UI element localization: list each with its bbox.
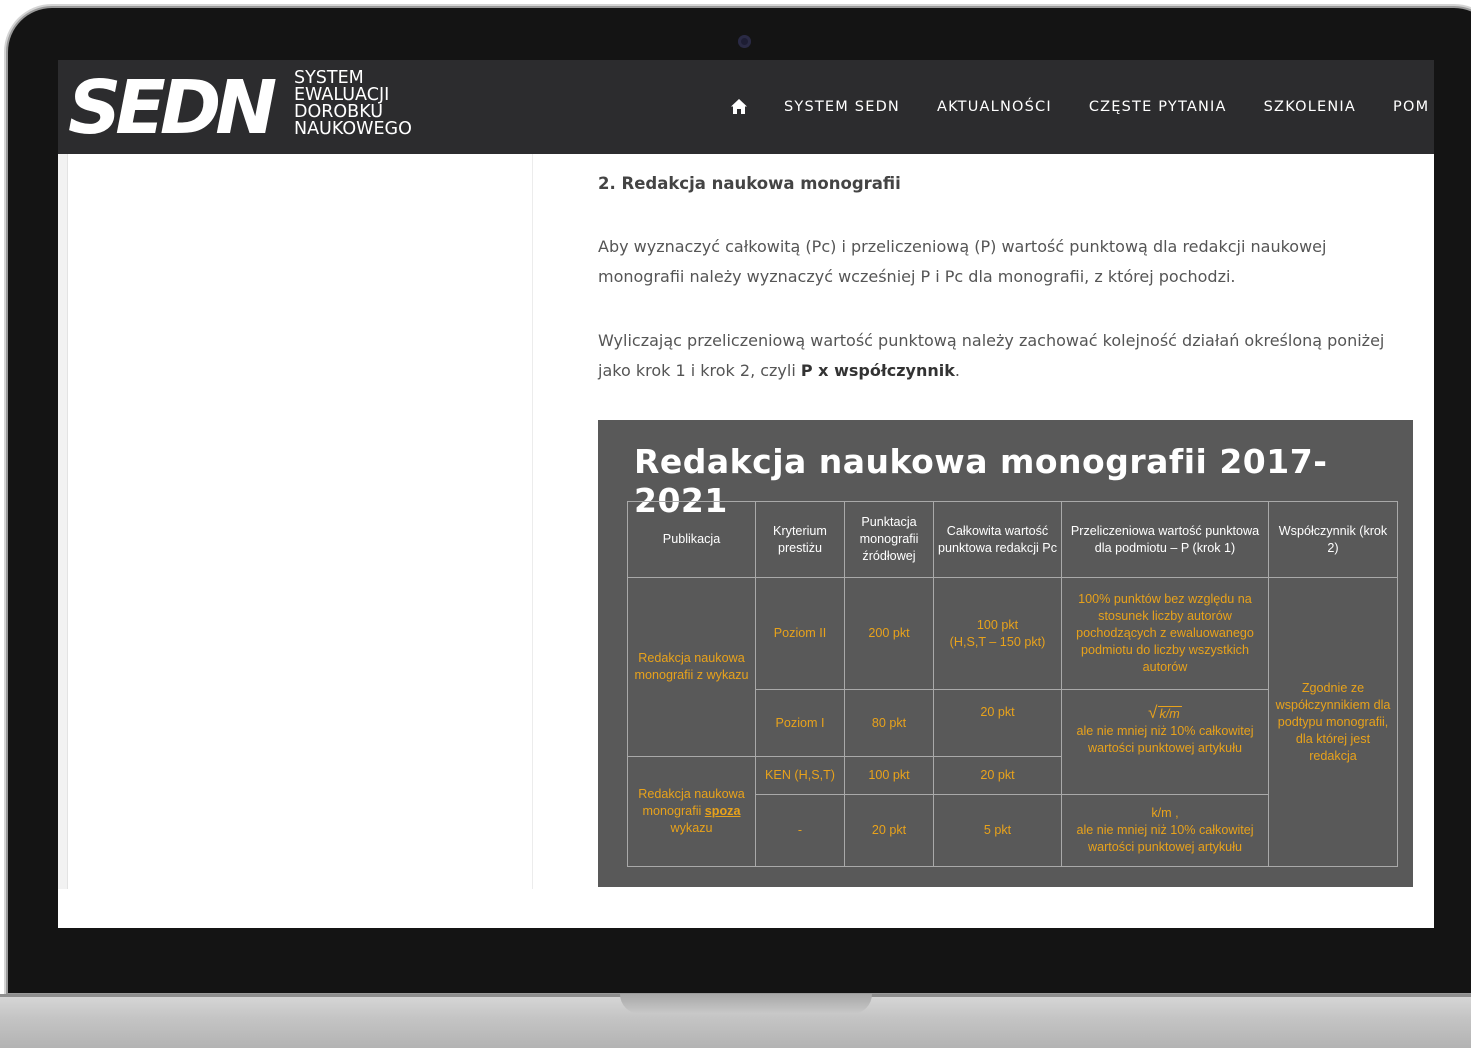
section-title: 2. Redakcja naukowa monografii <box>598 174 901 193</box>
source-points-cell: 80 pkt <box>844 689 934 757</box>
pc-note: (H,S,T – 150 pkt) <box>949 634 1046 649</box>
header-publikacja: Publikacja <box>627 501 756 578</box>
p-formula-note: ale nie mniej niż 10% całkowitej wartośc… <box>1076 724 1254 755</box>
paragraph-order-end: . <box>954 361 960 380</box>
home-icon[interactable] <box>730 98 748 116</box>
table-row: Redakcja naukowa monografii z wykazu Poz… <box>627 577 1398 867</box>
criterion-cell: KEN (H,S,T) <box>755 756 845 795</box>
paragraph-order: Wyliczając przeliczeniową wartość punkto… <box>598 326 1398 386</box>
pub-outside-suffix: wykazu <box>670 821 713 835</box>
nav-item-czeste-pytania[interactable]: CZĘSTE PYTANIA <box>1089 99 1227 115</box>
paragraph-order-text: Wyliczając przeliczeniową wartość punkto… <box>598 331 1385 380</box>
pc-value: 100 pkt <box>976 617 1019 632</box>
scoring-table: Publikacja Kryterium prestiżu Punktacja … <box>627 501 1398 867</box>
p-formula-note-2: ale nie mniej niż 10% całkowitej wartośc… <box>1076 823 1254 854</box>
criterion-cell: Poziom I <box>755 689 845 757</box>
logo-mark: SEDN <box>68 65 277 151</box>
source-points-cell: 100 pkt <box>844 756 934 795</box>
nav-item-pomoc[interactable]: POM <box>1393 99 1429 115</box>
header-wspolczynnik: Współczynnik (krok 2) <box>1268 501 1398 578</box>
pub-outside-underlined: spoza <box>704 804 741 818</box>
logo-line-4: NAUKOWEGO <box>294 119 412 139</box>
laptop-notch <box>620 994 872 1014</box>
sqrt-formula: √ k/m <box>1148 703 1182 722</box>
logo-wordmark: SYSTEM EWALUACJI DOROBKU NAUKOWEGO <box>294 69 412 139</box>
pc-cell: 5 pkt <box>933 794 1062 867</box>
coefficient-cell: Zgodnie ze współczynnikiem dla podtypu m… <box>1268 577 1398 867</box>
publication-in-list: Redakcja naukowa monografii z wykazu <box>627 577 756 757</box>
site-header: SEDN SYSTEM EWALUACJI DOROBKU NAUKOWEGO … <box>58 60 1434 154</box>
site-logo[interactable]: SEDN SYSTEM EWALUACJI DOROBKU NAUKOWEGO <box>68 68 418 148</box>
p-formula-2: k/m , <box>1151 806 1179 820</box>
p-cell: k/m , ale nie mniej niż 10% całkowitej wa… <box>1061 794 1269 867</box>
pc-cell: 100 pkt (H,S,T – 150 pkt) <box>933 577 1062 690</box>
header-punktacja: Punktacja monografii źródłowej <box>844 501 934 578</box>
nav-item-aktualnosci[interactable]: AKTUALNOŚCI <box>937 99 1052 115</box>
source-points-cell: 20 pkt <box>844 794 934 867</box>
left-sidebar-edge <box>58 154 68 889</box>
paragraph-intro: Aby wyznaczyć całkowitą (Pc) i przelicze… <box>598 237 1327 286</box>
nav-item-szkolenia[interactable]: SZKOLENIA <box>1264 99 1356 115</box>
sidebar-divider <box>532 154 533 889</box>
criterion-cell: - <box>755 794 845 867</box>
source-points-cell: 200 pkt <box>844 577 934 690</box>
webcam <box>738 35 751 48</box>
main-nav: SYSTEM SEDN AKTUALNOŚCI CZĘSTE PYTANIA S… <box>730 60 1434 154</box>
p-cell-formula: √ k/m ale nie mniej niż 10% całkowitej wa… <box>1061 689 1269 795</box>
formula-k-m: k/m <box>1157 706 1182 721</box>
nav-item-system-sedn[interactable]: SYSTEM SEDN <box>784 99 900 115</box>
publication-outside-list: Redakcja naukowa monografii spoza wykazu <box>627 756 756 867</box>
pc-cell: 20 pkt <box>933 689 1062 757</box>
header-p: Przeliczeniowa wartość punktowa dla podm… <box>1061 501 1269 578</box>
browser-screen: SEDN SYSTEM EWALUACJI DOROBKU NAUKOWEGO … <box>58 60 1434 928</box>
criterion-cell: Poziom II <box>755 577 845 690</box>
pc-cell: 20 pkt <box>933 756 1062 795</box>
table-header-row: Publikacja Kryterium prestiżu Punktacja … <box>627 501 1398 578</box>
slide-image: Redakcja naukowa monografii 2017-2021 Pu… <box>598 420 1413 887</box>
header-pc: Całkowita wartość punktowa redakcji Pc <box>933 501 1062 578</box>
p-cell: 100% punktów bez względu na stosunek lic… <box>1061 577 1269 690</box>
header-kryterium: Kryterium prestiżu <box>755 501 845 578</box>
paragraph-order-bold: P x współczynnik <box>800 361 955 380</box>
